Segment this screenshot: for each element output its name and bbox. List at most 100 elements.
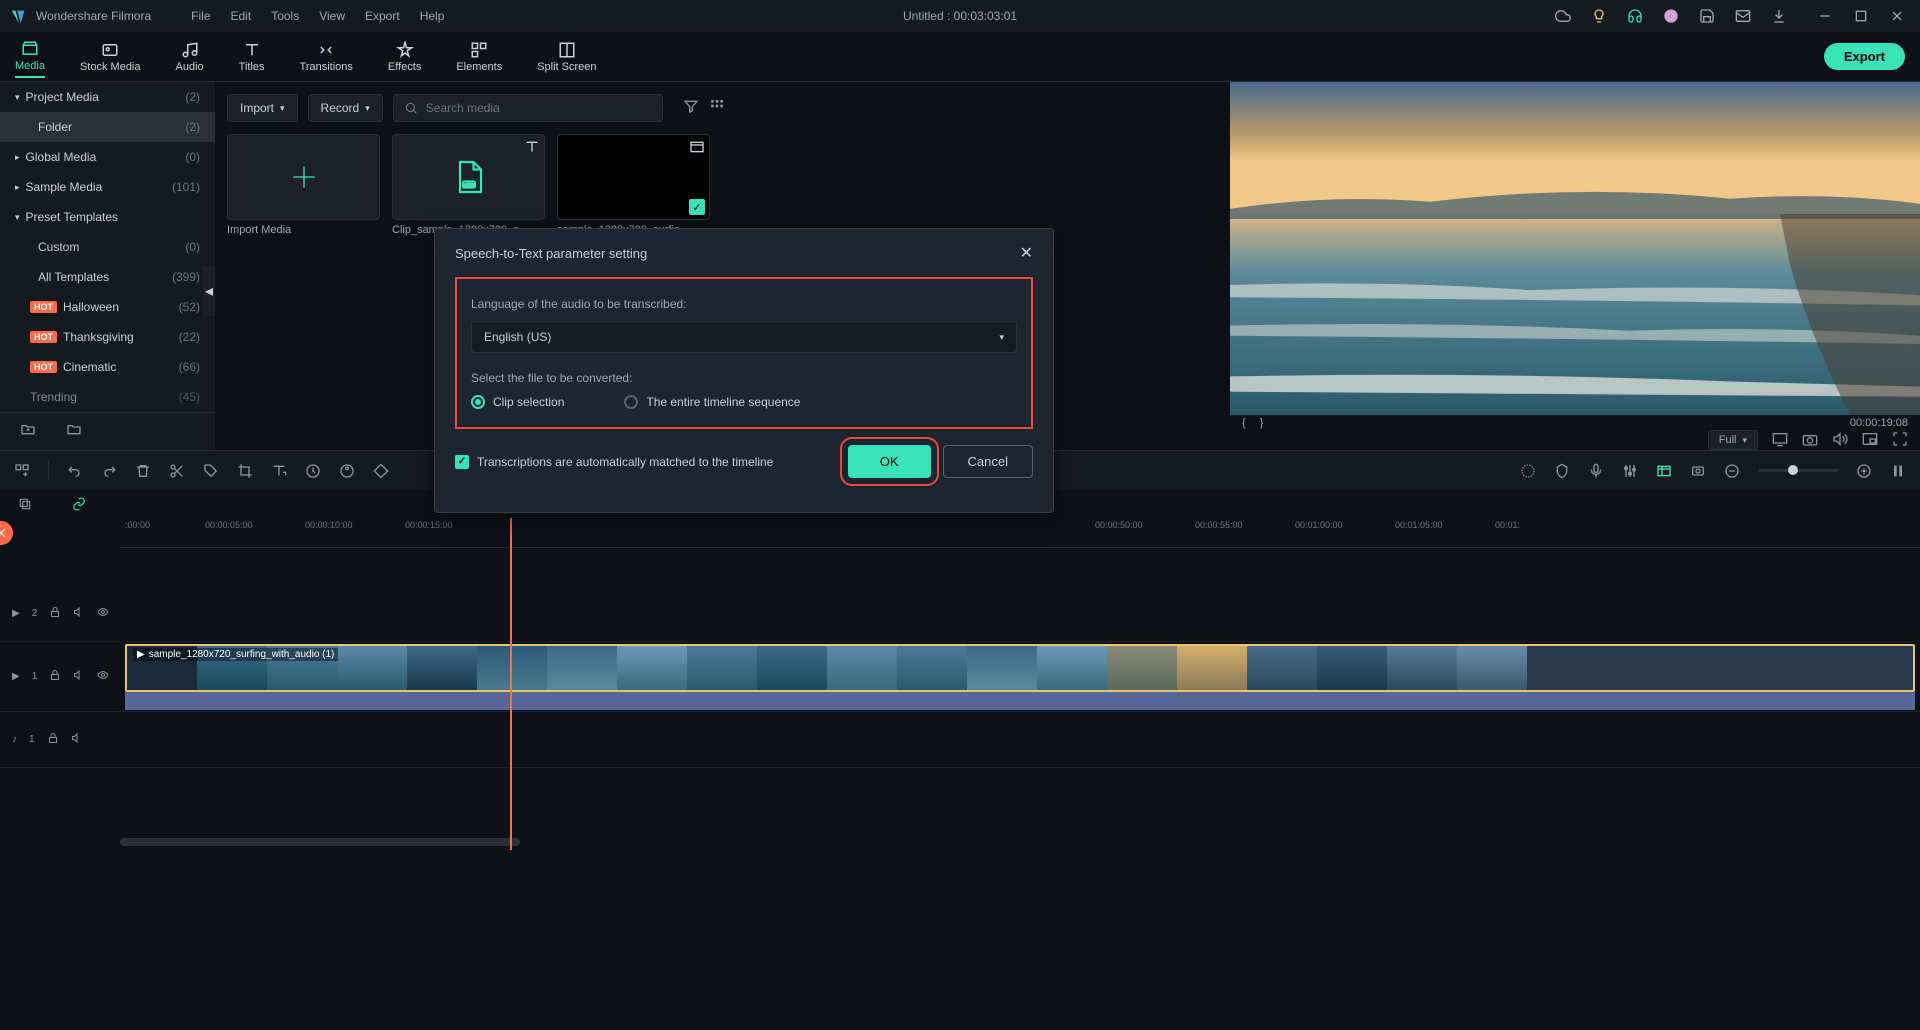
display-icon[interactable] [1772, 431, 1788, 450]
export-button[interactable]: Export [1824, 43, 1905, 70]
record-dropdown[interactable]: Record▾ [308, 94, 383, 122]
collapse-sidebar-icon[interactable]: ◂ [203, 266, 215, 316]
delete-icon[interactable] [135, 463, 151, 479]
playhead[interactable] [510, 518, 512, 850]
sidebar-item-trending[interactable]: Trending(45) [0, 382, 215, 412]
language-dropdown[interactable]: English (US) ▾ [471, 321, 1017, 353]
sidebar-item-cinematic[interactable]: HOTCinematic(66) [0, 352, 215, 382]
bracket-close-icon[interactable]: } [1260, 417, 1264, 429]
tab-split-screen[interactable]: Split Screen [537, 37, 596, 77]
tab-stock-media[interactable]: Stock Media [80, 37, 141, 77]
camera-icon[interactable] [1802, 431, 1818, 450]
tab-audio[interactable]: Audio [176, 37, 204, 77]
search-media-field[interactable] [393, 94, 663, 122]
maximize-icon[interactable] [1853, 8, 1869, 24]
radio-entire-timeline[interactable]: The entire timeline sequence [624, 395, 800, 409]
avatar-icon[interactable] [1663, 8, 1679, 24]
add-track-icon[interactable] [14, 463, 30, 479]
sidebar-item-halloween[interactable]: HOTHalloween(52) [0, 292, 215, 322]
track-lock-icon[interactable] [49, 606, 61, 621]
new-folder-icon[interactable] [20, 421, 36, 442]
playhead-handle[interactable] [0, 521, 13, 545]
menu-help[interactable]: Help [420, 9, 445, 23]
menu-view[interactable]: View [319, 9, 345, 23]
volume-icon[interactable] [1832, 431, 1848, 450]
track-mute-icon[interactable] [73, 669, 85, 684]
tab-effects[interactable]: Effects [388, 37, 421, 77]
menu-edit[interactable]: Edit [231, 9, 252, 23]
track-mute-icon[interactable] [71, 732, 83, 747]
mic-icon[interactable] [1588, 463, 1604, 479]
ok-button[interactable]: OK [848, 445, 931, 478]
record-icon[interactable] [1690, 463, 1706, 479]
timeline-scrollbar[interactable] [120, 838, 520, 846]
tag-icon[interactable] [203, 463, 219, 479]
mail-icon[interactable] [1735, 8, 1751, 24]
dialog-close-icon[interactable]: ✕ [1020, 243, 1033, 263]
search-input[interactable] [426, 101, 652, 115]
redo-icon[interactable] [101, 463, 117, 479]
mixer-icon[interactable] [1622, 463, 1638, 479]
download-icon[interactable] [1771, 8, 1787, 24]
crop-icon[interactable] [237, 463, 253, 479]
zoom-slider[interactable] [1758, 469, 1838, 472]
cloud-icon[interactable] [1555, 8, 1571, 24]
preview-zoom-dropdown[interactable]: Full▾ [1708, 430, 1758, 450]
filter-icon[interactable] [683, 98, 699, 119]
headphones-icon[interactable] [1627, 8, 1643, 24]
sidebar-item-preset-templates[interactable]: ▾Preset Templates [0, 202, 215, 232]
grid-view-icon[interactable] [709, 98, 725, 119]
folder-icon[interactable] [66, 421, 82, 442]
auto-match-checkbox[interactable]: ✓ Transcriptions are automatically match… [455, 455, 773, 469]
render-icon[interactable] [1520, 463, 1536, 479]
video-clip[interactable]: ▶sample_1280x720_surfing_with_audio (1) [125, 644, 1915, 692]
minimize-icon[interactable] [1817, 8, 1833, 24]
sidebar-item-global-media[interactable]: ▸Global Media(0) [0, 142, 215, 172]
tab-elements[interactable]: Elements [456, 37, 502, 77]
undo-icon[interactable] [67, 463, 83, 479]
media-item-subtitle[interactable]: SUB Clip_sample_1280x720_s... [392, 134, 545, 236]
media-item-video[interactable]: ✓ sample_1280x720_surfin... [557, 134, 710, 236]
track-lock-icon[interactable] [49, 669, 61, 684]
zoom-in-icon[interactable] [1856, 463, 1872, 479]
sidebar-item-folder[interactable]: Folder(2) [0, 112, 215, 142]
menu-file[interactable]: File [191, 9, 210, 23]
zoom-fit-icon[interactable] [1890, 463, 1906, 479]
track-mute-icon[interactable] [73, 606, 85, 621]
speed-icon[interactable] [305, 463, 321, 479]
marker-icon[interactable] [1554, 463, 1570, 479]
tab-media[interactable]: Media [15, 36, 45, 78]
color-icon[interactable] [339, 463, 355, 479]
radio-clip-selection[interactable]: Clip selection [471, 395, 564, 409]
copy-tracks-icon[interactable] [18, 497, 32, 514]
bulb-icon[interactable] [1591, 8, 1607, 24]
sidebar-item-project-media[interactable]: ▾Project Media(2) [0, 82, 215, 112]
fullscreen-icon[interactable] [1892, 431, 1908, 450]
sidebar-item-thanksgiving[interactable]: HOTThanksgiving(22) [0, 322, 215, 352]
cancel-button[interactable]: Cancel [943, 445, 1033, 478]
track-visibility-icon[interactable] [97, 606, 109, 621]
zoom-out-icon[interactable] [1724, 463, 1740, 479]
sidebar-item-custom[interactable]: Custom(0) [0, 232, 215, 262]
auto-beat-icon[interactable] [1656, 463, 1672, 479]
pip-icon[interactable] [1862, 431, 1878, 450]
save-icon[interactable] [1699, 8, 1715, 24]
preview-viewport[interactable] [1230, 82, 1920, 415]
link-icon[interactable] [72, 497, 86, 514]
track-visibility-icon[interactable] [97, 669, 109, 684]
menu-export[interactable]: Export [365, 9, 400, 23]
tab-titles[interactable]: Titles [239, 37, 265, 77]
sidebar-item-sample-media[interactable]: ▸Sample Media(101) [0, 172, 215, 202]
import-dropdown[interactable]: Import▾ [227, 94, 298, 122]
text-icon[interactable] [271, 463, 287, 479]
tab-transitions[interactable]: Transitions [300, 37, 353, 77]
sidebar-item-all-templates[interactable]: All Templates(399) [0, 262, 215, 292]
split-icon[interactable] [169, 463, 185, 479]
keyframe-icon[interactable] [373, 463, 389, 479]
close-icon[interactable] [1889, 8, 1905, 24]
track-lock-icon[interactable] [47, 732, 59, 747]
media-item-import[interactable]: Import Media [227, 134, 380, 236]
timeline-ruler[interactable]: :00:00 00:00:05:00 00:00:10:00 00:00:15:… [120, 520, 1920, 548]
bracket-open-icon[interactable]: { [1242, 417, 1246, 429]
menu-tools[interactable]: Tools [271, 9, 299, 23]
